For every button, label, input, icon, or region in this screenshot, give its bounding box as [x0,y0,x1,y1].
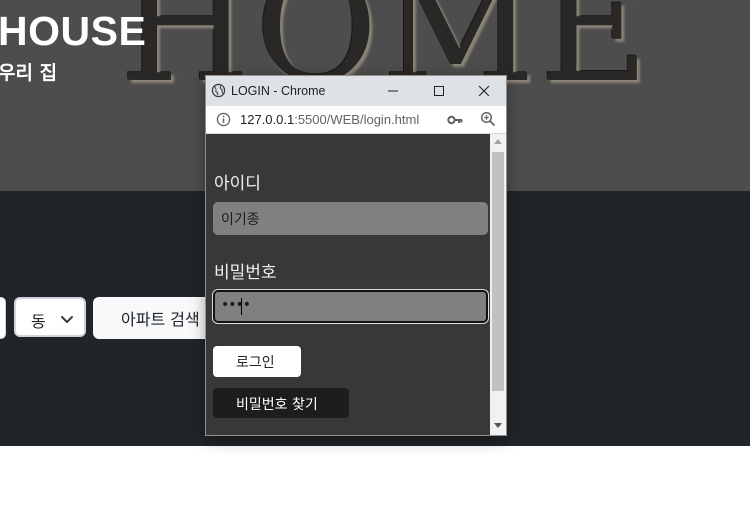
gugun-select[interactable] [0,297,6,339]
dong-select[interactable]: 동 [14,297,86,337]
maximize-button[interactable] [416,76,462,106]
login-button[interactable]: 로그인 [213,346,301,377]
find-password-label: 비밀번호 찾기 [236,397,318,413]
minimize-icon [388,90,398,92]
scroll-thumb[interactable] [492,152,504,391]
scroll-down-arrow-icon[interactable] [494,423,502,428]
close-icon [478,85,490,97]
globe-icon [211,83,226,98]
id-label: 아이디 [214,174,261,194]
password-input[interactable]: •••• [213,290,488,323]
text-caret [241,298,242,315]
password-label: 비밀번호 [214,263,277,283]
zoom-icon[interactable] [480,111,496,127]
chevron-down-icon [61,316,73,323]
brand-title[interactable]: HOUSE [0,8,146,55]
password-input-value: •••• [221,297,251,313]
id-input[interactable]: 이기종 [213,202,488,235]
info-icon[interactable] [216,112,231,127]
brand-subtitle: 우리 집 [0,62,58,84]
minimize-button[interactable] [370,76,416,106]
url-host: 127.0.0.1 [240,112,295,127]
close-button[interactable] [461,76,507,106]
login-button-label: 로그인 [236,355,275,371]
url-text[interactable]: 127.0.0.1:5500/WEB/login.html [240,112,419,127]
window-titlebar[interactable]: LOGIN - Chrome [206,76,506,106]
address-bar[interactable]: 127.0.0.1:5500/WEB/login.html [206,106,506,134]
find-password-button[interactable]: 비밀번호 찾기 [213,388,349,418]
vertical-scrollbar[interactable] [490,134,506,435]
id-input-value: 이기종 [221,212,260,228]
maximize-icon [434,86,444,96]
dong-select-value: 동 [31,312,46,331]
url-path: :5500/WEB/login.html [294,112,420,127]
apartment-search-label: 아파트 검색 [121,310,200,329]
key-icon[interactable] [447,113,463,127]
window-title: LOGIN - Chrome [231,84,326,98]
scroll-up-arrow-icon[interactable] [494,139,502,144]
login-popup-window: LOGIN - Chrome 127.0.0.1:5500/WEB/login.… [205,75,507,436]
login-form: 아이디 이기종 비밀번호 •••• 로그인 비밀번호 찾기 [206,134,490,435]
